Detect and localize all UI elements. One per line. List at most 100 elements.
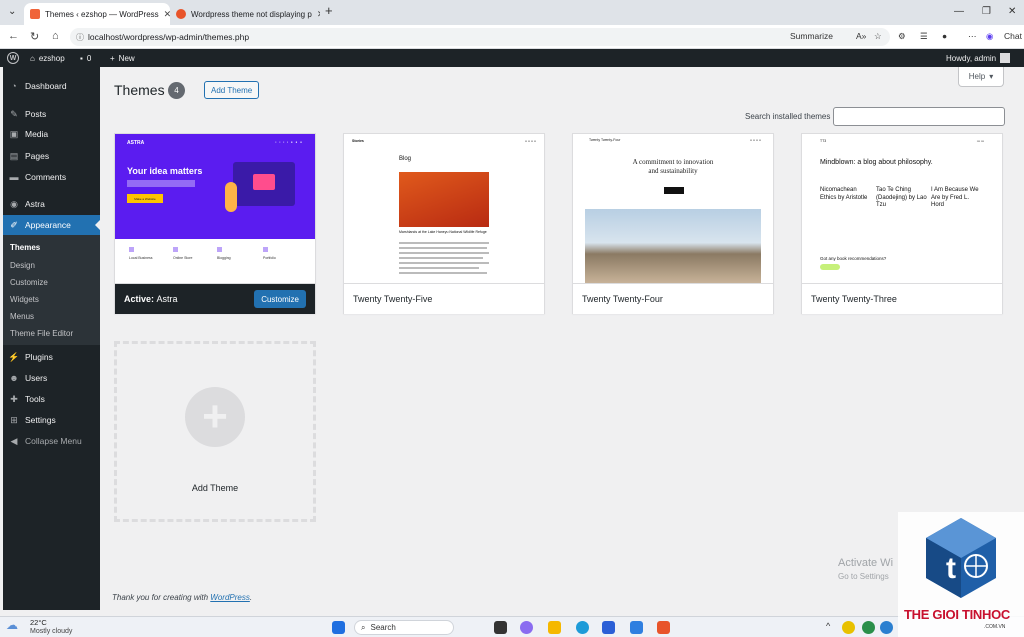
sidebar-item-plugins[interactable]: ⚡ Plugins <box>3 347 100 367</box>
url-input[interactable]: ⓘ localhost/wordpress/wp-admin/themes.ph… <box>70 28 890 46</box>
chat-label[interactable]: Chat <box>1004 31 1022 41</box>
sidebar-collapse-menu[interactable]: ◀ Collapse Menu <box>3 431 100 451</box>
sidebar-item-appearance[interactable]: ✐ Appearance <box>3 215 100 235</box>
sidebar-item-astra[interactable]: ◉ Astra <box>3 194 100 214</box>
refresh-icon[interactable]: ↻ <box>30 30 39 43</box>
favorites-icon[interactable]: ☰ <box>920 31 928 42</box>
browser-tab-wordpress-question[interactable]: Wordpress theme not displaying p ✕ <box>170 3 320 25</box>
xampp-icon[interactable] <box>657 621 670 634</box>
wordpress-link[interactable]: WordPress <box>210 593 250 602</box>
tab-list-chevron-icon[interactable]: ⌄ <box>8 6 16 17</box>
theme-screenshot-tt3[interactable]: TT3 ▪▪▪ ▪▪▪ Mindblown: a blog about phil… <box>802 134 1002 284</box>
submenu-themes[interactable]: Themes <box>10 243 40 252</box>
tab-favicon-icon <box>176 9 186 19</box>
restore-icon[interactable]: ❐ <box>982 6 991 17</box>
submenu-customize[interactable]: Customize <box>10 278 48 287</box>
read-aloud-icon[interactable]: A» <box>856 31 866 41</box>
sidebar-item-label: Collapse Menu <box>25 436 82 446</box>
sidebar-item-settings[interactable]: ⊞ Settings <box>3 410 100 430</box>
outlook-icon[interactable] <box>630 621 643 634</box>
file-explorer-icon[interactable] <box>548 621 561 634</box>
tray-app-icon[interactable] <box>862 621 875 634</box>
theme-card-astra[interactable]: ASTRA ▪ ▪ ▪ ▪ ● ● ● Your idea matters Ma… <box>114 133 316 314</box>
task-view-icon[interactable] <box>494 621 507 634</box>
wp-logo-menu[interactable]: W <box>7 49 19 67</box>
tt4-preview-brand: Twenty Twenty-Four <box>589 138 621 142</box>
search-installed-themes-input[interactable] <box>833 107 1005 126</box>
help-tab-button[interactable]: Help ▾ <box>958 67 1004 87</box>
submenu-design[interactable]: Design <box>10 261 35 270</box>
plus-icon: + <box>110 53 115 63</box>
home-icon[interactable]: ⌂ <box>52 30 59 42</box>
theme-count-badge: 4 <box>168 82 185 99</box>
astra-preview-nav: ▪ ▪ ▪ ▪ ● ● ● <box>275 140 303 144</box>
tt4-preview-button <box>664 187 684 194</box>
more-icon[interactable]: ⋯ <box>968 31 977 42</box>
theme-card-twenty-twenty-five[interactable]: Stories ▪▪ ▪▪ ▪▪ ▪▪ Blog Marshlands at t… <box>343 133 545 314</box>
theme-screenshot-astra[interactable]: ASTRA ▪ ▪ ▪ ▪ ● ● ● Your idea matters Ma… <box>115 134 315 284</box>
tab-favicon-icon <box>30 9 40 19</box>
sidebar-item-label: Users <box>25 373 48 383</box>
submenu-menus[interactable]: Menus <box>10 312 34 321</box>
tt3-preview-post: I Am Because We Are by Fred L. Hord <box>931 187 979 208</box>
theme-name: Twenty Twenty-Three <box>802 284 1002 314</box>
tab-title: Wordpress theme not displaying p <box>191 9 312 19</box>
back-icon[interactable]: ← <box>8 30 19 42</box>
extensions-icon[interactable]: ⚙ <box>898 31 906 42</box>
theme-name: Astra <box>156 294 178 304</box>
customize-button[interactable]: Customize <box>254 290 306 308</box>
browser-tab-themes[interactable]: Themes ‹ ezshop — WordPress ✕ <box>24 3 170 25</box>
theme-name: Twenty Twenty-Four <box>573 284 773 314</box>
sidebar-item-tools[interactable]: ✚ Tools <box>3 389 100 409</box>
astra-preview-paragraph <box>127 180 195 187</box>
comments-menu[interactable]: ▪ 0 <box>80 49 91 67</box>
sidebar-item-media[interactable]: ▣ Media <box>3 124 100 144</box>
close-window-icon[interactable]: ✕ <box>1008 6 1016 17</box>
thegioitinhoc-logo-icon: t <box>926 518 996 598</box>
main-content: Help ▾ Themes 4 Add Theme Search installe… <box>100 67 1024 610</box>
taskbar-search[interactable]: ⌕ Search <box>354 620 454 635</box>
site-name-menu[interactable]: ⌂ ezshop <box>30 49 65 67</box>
theme-screenshot-tt4[interactable]: Twenty Twenty-Four ▪▪ ▪▪ ▪▪ ▪▪ A commitm… <box>573 134 773 284</box>
store-icon[interactable] <box>602 621 615 634</box>
tray-app-icon[interactable] <box>880 621 893 634</box>
add-theme-button[interactable]: Add Theme <box>204 81 260 99</box>
submenu-widgets[interactable]: Widgets <box>10 295 39 304</box>
tt5-text-line <box>399 262 489 264</box>
url-text: localhost/wordpress/wp-admin/themes.php <box>88 32 250 42</box>
edge-browser-icon[interactable] <box>576 621 589 634</box>
copilot-icon[interactable]: ◉ <box>986 31 993 42</box>
sidebar-item-comments[interactable]: ▬ Comments <box>3 167 100 187</box>
my-account-menu[interactable]: Howdy, admin <box>946 49 1011 67</box>
tt4-preview-heading: A commitment to innovation and sustainab… <box>632 158 714 176</box>
summarize-button[interactable]: Summarize <box>790 31 833 41</box>
close-tab-icon[interactable]: ✕ <box>317 9 320 20</box>
copilot-taskbar-icon[interactable] <box>520 621 533 634</box>
sidebar-item-label: Pages <box>25 151 50 161</box>
new-tab-icon[interactable]: + <box>325 3 333 18</box>
theme-card-twenty-twenty-three[interactable]: TT3 ▪▪▪ ▪▪▪ Mindblown: a blog about phil… <box>801 133 1003 314</box>
site-info-icon[interactable]: ⓘ <box>76 32 84 43</box>
astra-preview-cta: Make a Website <box>127 194 163 203</box>
brush-icon: ✐ <box>10 219 18 230</box>
submenu-theme-file-editor[interactable]: Theme File Editor <box>10 329 73 338</box>
theme-card-twenty-twenty-four[interactable]: Twenty Twenty-Four ▪▪ ▪▪ ▪▪ ▪▪ A commitm… <box>572 133 774 314</box>
favorite-star-icon[interactable]: ☆ <box>874 31 882 42</box>
minimize-icon[interactable]: — <box>954 6 964 17</box>
sidebar-item-dashboard[interactable]: ◔ Dashboard <box>3 76 100 96</box>
sidebar-item-pages[interactable]: ▤ Pages <box>3 146 100 166</box>
add-new-theme-tile[interactable]: + Add Theme <box>114 341 316 522</box>
sidebar-item-label: Appearance <box>25 220 71 230</box>
profile-icon[interactable]: ● <box>942 31 947 41</box>
admin-sidebar: ◔ Dashboard ✎ Posts ▣ Media ▤ Pages ▬ Comment… <box>3 67 100 610</box>
new-content-menu[interactable]: + New <box>110 49 135 67</box>
tray-app-icon[interactable] <box>842 621 855 634</box>
weather-temp[interactable]: 22°C <box>30 618 47 627</box>
tray-chevron-up-icon[interactable]: ^ <box>826 621 830 631</box>
sidebar-item-label: Astra <box>25 199 45 209</box>
sidebar-item-users[interactable]: ☻ Users <box>3 368 100 388</box>
start-windows-icon[interactable] <box>332 621 345 634</box>
theme-screenshot-tt5[interactable]: Stories ▪▪ ▪▪ ▪▪ ▪▪ Blog Marshlands at t… <box>344 134 544 284</box>
sidebar-item-posts[interactable]: ✎ Posts <box>3 104 100 124</box>
weather-desc[interactable]: Mostly cloudy <box>30 628 72 635</box>
